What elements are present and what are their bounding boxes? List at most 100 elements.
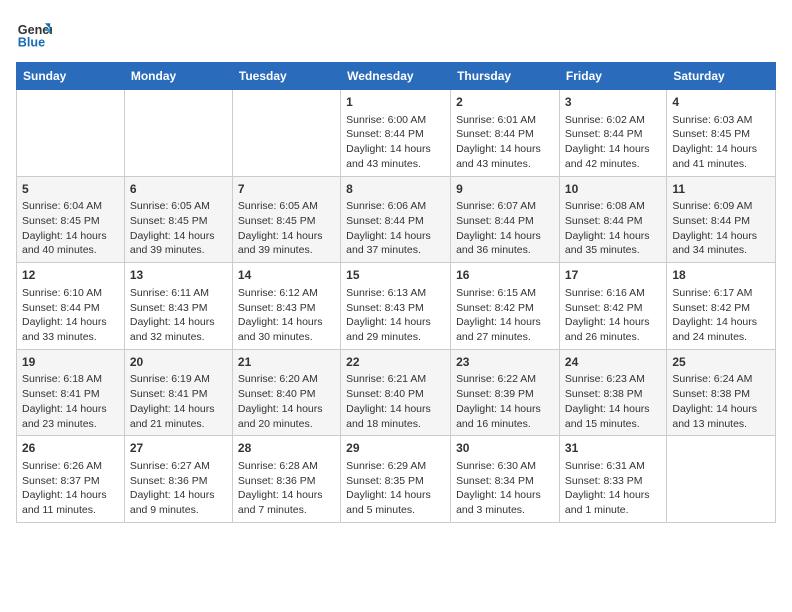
day-header-friday: Friday xyxy=(559,63,666,90)
cell-content: and 32 minutes. xyxy=(130,330,227,345)
cell-content: Sunset: 8:36 PM xyxy=(130,474,227,489)
day-number: 15 xyxy=(346,267,445,284)
cell-content: and 37 minutes. xyxy=(346,243,445,258)
cell-content: Sunrise: 6:04 AM xyxy=(22,199,119,214)
cell-content: Daylight: 14 hours xyxy=(565,488,661,503)
cell-content: Sunrise: 6:19 AM xyxy=(130,372,227,387)
cell-content: Daylight: 14 hours xyxy=(565,229,661,244)
cell-content: and 43 minutes. xyxy=(346,157,445,172)
calendar-cell: 25Sunrise: 6:24 AMSunset: 8:38 PMDayligh… xyxy=(667,349,776,436)
cell-content: Sunset: 8:44 PM xyxy=(346,127,445,142)
cell-content: Sunrise: 6:15 AM xyxy=(456,286,554,301)
calendar-cell: 17Sunrise: 6:16 AMSunset: 8:42 PMDayligh… xyxy=(559,263,666,350)
cell-content: and 42 minutes. xyxy=(565,157,661,172)
calendar-cell: 22Sunrise: 6:21 AMSunset: 8:40 PMDayligh… xyxy=(341,349,451,436)
cell-content: Sunset: 8:43 PM xyxy=(238,301,335,316)
cell-content: Sunset: 8:35 PM xyxy=(346,474,445,489)
cell-content: Sunrise: 6:02 AM xyxy=(565,113,661,128)
cell-content: Sunrise: 6:28 AM xyxy=(238,459,335,474)
day-header-saturday: Saturday xyxy=(667,63,776,90)
cell-content: Sunrise: 6:05 AM xyxy=(130,199,227,214)
day-number: 2 xyxy=(456,94,554,111)
cell-content: and 13 minutes. xyxy=(672,417,770,432)
cell-content: Daylight: 14 hours xyxy=(672,229,770,244)
cell-content: and 26 minutes. xyxy=(565,330,661,345)
cell-content: Sunrise: 6:24 AM xyxy=(672,372,770,387)
calendar-cell: 23Sunrise: 6:22 AMSunset: 8:39 PMDayligh… xyxy=(451,349,560,436)
day-number: 13 xyxy=(130,267,227,284)
cell-content: Sunset: 8:42 PM xyxy=(672,301,770,316)
cell-content: Sunrise: 6:10 AM xyxy=(22,286,119,301)
day-header-wednesday: Wednesday xyxy=(341,63,451,90)
cell-content: and 24 minutes. xyxy=(672,330,770,345)
cell-content: Daylight: 14 hours xyxy=(238,402,335,417)
day-number: 12 xyxy=(22,267,119,284)
cell-content: Sunset: 8:44 PM xyxy=(456,127,554,142)
cell-content: Sunset: 8:44 PM xyxy=(565,214,661,229)
cell-content: Sunrise: 6:26 AM xyxy=(22,459,119,474)
cell-content: and 34 minutes. xyxy=(672,243,770,258)
cell-content: Sunset: 8:45 PM xyxy=(22,214,119,229)
cell-content: Daylight: 14 hours xyxy=(346,488,445,503)
cell-content: Daylight: 14 hours xyxy=(456,402,554,417)
calendar-cell: 6Sunrise: 6:05 AMSunset: 8:45 PMDaylight… xyxy=(124,176,232,263)
cell-content: and 41 minutes. xyxy=(672,157,770,172)
cell-content: Sunrise: 6:18 AM xyxy=(22,372,119,387)
day-number: 26 xyxy=(22,440,119,457)
day-number: 23 xyxy=(456,354,554,371)
cell-content: Sunset: 8:42 PM xyxy=(565,301,661,316)
cell-content: Sunset: 8:41 PM xyxy=(22,387,119,402)
cell-content: Sunset: 8:38 PM xyxy=(565,387,661,402)
calendar-cell: 21Sunrise: 6:20 AMSunset: 8:40 PMDayligh… xyxy=(232,349,340,436)
cell-content: Sunset: 8:44 PM xyxy=(346,214,445,229)
cell-content: Sunrise: 6:07 AM xyxy=(456,199,554,214)
logo-icon: General Blue xyxy=(16,16,52,52)
day-number: 3 xyxy=(565,94,661,111)
calendar-cell: 19Sunrise: 6:18 AMSunset: 8:41 PMDayligh… xyxy=(17,349,125,436)
cell-content: Daylight: 14 hours xyxy=(456,229,554,244)
calendar-cell: 29Sunrise: 6:29 AMSunset: 8:35 PMDayligh… xyxy=(341,436,451,523)
calendar-cell: 28Sunrise: 6:28 AMSunset: 8:36 PMDayligh… xyxy=(232,436,340,523)
cell-content: Sunrise: 6:05 AM xyxy=(238,199,335,214)
cell-content: and 36 minutes. xyxy=(456,243,554,258)
cell-content: Sunset: 8:44 PM xyxy=(565,127,661,142)
calendar-cell: 4Sunrise: 6:03 AMSunset: 8:45 PMDaylight… xyxy=(667,90,776,177)
day-number: 18 xyxy=(672,267,770,284)
cell-content: and 5 minutes. xyxy=(346,503,445,518)
cell-content: Daylight: 14 hours xyxy=(22,402,119,417)
cell-content: Daylight: 14 hours xyxy=(565,315,661,330)
cell-content: and 23 minutes. xyxy=(22,417,119,432)
cell-content: Daylight: 14 hours xyxy=(22,229,119,244)
cell-content: Sunrise: 6:20 AM xyxy=(238,372,335,387)
cell-content: and 39 minutes. xyxy=(130,243,227,258)
cell-content: Sunrise: 6:00 AM xyxy=(346,113,445,128)
calendar-cell: 12Sunrise: 6:10 AMSunset: 8:44 PMDayligh… xyxy=(17,263,125,350)
cell-content: Sunrise: 6:23 AM xyxy=(565,372,661,387)
calendar-cell xyxy=(17,90,125,177)
svg-text:Blue: Blue xyxy=(18,36,45,50)
day-number: 19 xyxy=(22,354,119,371)
cell-content: and 29 minutes. xyxy=(346,330,445,345)
cell-content: and 39 minutes. xyxy=(238,243,335,258)
calendar-cell: 13Sunrise: 6:11 AMSunset: 8:43 PMDayligh… xyxy=(124,263,232,350)
calendar-cell: 16Sunrise: 6:15 AMSunset: 8:42 PMDayligh… xyxy=(451,263,560,350)
cell-content: Sunset: 8:44 PM xyxy=(672,214,770,229)
calendar-cell: 24Sunrise: 6:23 AMSunset: 8:38 PMDayligh… xyxy=(559,349,666,436)
day-number: 11 xyxy=(672,181,770,198)
cell-content: and 30 minutes. xyxy=(238,330,335,345)
calendar-week-2: 12 Sunrise: 6:10 AMSunset: 8:44 PM Dayligh… xyxy=(17,263,776,350)
cell-content: Sunset: 8:41 PM xyxy=(130,387,227,402)
page-header: General Blue xyxy=(16,16,776,52)
cell-content: Sunset: 8:44 PM xyxy=(22,301,119,316)
cell-content: and 40 minutes. xyxy=(22,243,119,258)
day-number: 5 xyxy=(22,181,119,198)
day-number: 8 xyxy=(346,181,445,198)
calendar-cell: 31Sunrise: 6:31 AMSunset: 8:33 PMDayligh… xyxy=(559,436,666,523)
day-header-thursday: Thursday xyxy=(451,63,560,90)
logo: General Blue xyxy=(16,16,52,52)
day-number: 20 xyxy=(130,354,227,371)
cell-content: Daylight: 14 hours xyxy=(22,488,119,503)
day-header-sunday: Sunday xyxy=(17,63,125,90)
cell-content: Sunrise: 6:27 AM xyxy=(130,459,227,474)
cell-content: Sunrise: 6:09 AM xyxy=(672,199,770,214)
